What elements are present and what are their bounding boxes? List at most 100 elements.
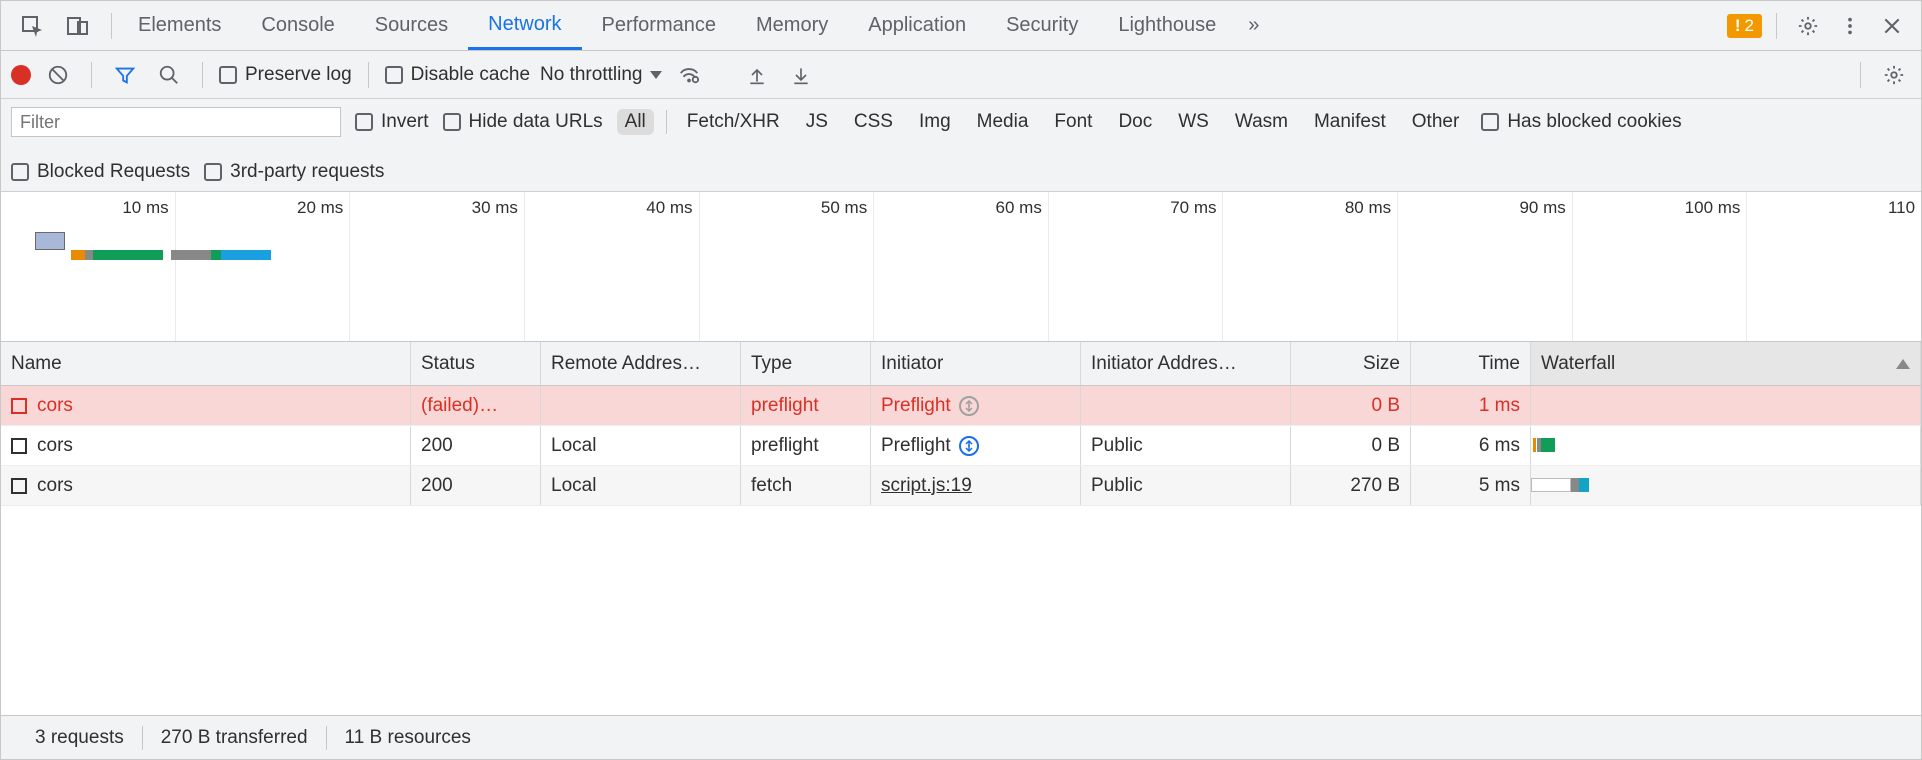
cell-initiator-address: Public — [1081, 426, 1291, 465]
clear-log-icon[interactable] — [41, 58, 75, 92]
export-har-icon[interactable] — [784, 58, 818, 92]
column-header[interactable]: Initiator — [871, 342, 1081, 385]
cell-size: 270 B — [1291, 466, 1411, 505]
search-icon[interactable] — [152, 58, 186, 92]
cell-status: 200 — [411, 466, 541, 505]
kebab-menu-icon[interactable] — [1833, 9, 1867, 43]
panel-tabs: ElementsConsoleSourcesNetworkPerformance… — [118, 1, 1236, 50]
column-header[interactable]: Waterfall — [1531, 342, 1921, 385]
preflight-icon — [959, 436, 979, 456]
filter-icon[interactable] — [108, 58, 142, 92]
column-header[interactable]: Remote Addres… — [541, 342, 741, 385]
file-icon — [11, 478, 27, 494]
column-header[interactable]: Name — [1, 342, 411, 385]
import-har-icon[interactable] — [740, 58, 774, 92]
chevron-down-icon — [650, 71, 662, 79]
type-pill-other[interactable]: Other — [1404, 109, 1468, 135]
type-pill-js[interactable]: JS — [798, 109, 836, 135]
hide-data-urls-label: Hide data URLs — [469, 111, 603, 133]
table-row[interactable]: cors200Localfetchscript.js:19Public270 B… — [1, 466, 1921, 506]
column-header[interactable]: Status — [411, 342, 541, 385]
initiator-text[interactable]: script.js:19 — [881, 475, 972, 497]
table-row[interactable]: cors200LocalpreflightPreflightPublic0 B6… — [1, 426, 1921, 466]
overview-tick: 90 ms — [1398, 192, 1573, 341]
type-pill-ws[interactable]: WS — [1170, 109, 1217, 135]
type-pill-doc[interactable]: Doc — [1110, 109, 1160, 135]
has-blocked-cookies-checkbox[interactable]: Has blocked cookies — [1481, 111, 1681, 133]
overview-tick-label: 80 ms — [1345, 198, 1391, 218]
network-settings-gear-icon[interactable] — [1877, 58, 1911, 92]
type-pill-fetchxhr[interactable]: Fetch/XHR — [679, 109, 788, 135]
overview-tick-label: 30 ms — [472, 198, 518, 218]
cell-name: cors — [1, 426, 411, 465]
invert-checkbox[interactable]: Invert — [355, 111, 429, 133]
overview-tick-label: 50 ms — [821, 198, 867, 218]
tab-sources[interactable]: Sources — [355, 1, 468, 50]
tab-performance[interactable]: Performance — [582, 1, 737, 50]
type-pill-img[interactable]: Img — [911, 109, 959, 135]
toggle-device-toolbar-icon[interactable] — [61, 9, 95, 43]
type-pill-font[interactable]: Font — [1046, 109, 1100, 135]
throttling-value: No throttling — [540, 64, 642, 86]
tab-console[interactable]: Console — [241, 1, 354, 50]
overview-selection[interactable] — [35, 232, 65, 250]
table-row[interactable]: cors(failed)…preflightPreflight0 B1 ms — [1, 386, 1921, 426]
separator — [91, 62, 92, 88]
throttling-dropdown[interactable]: No throttling — [540, 64, 662, 86]
cell-waterfall — [1531, 426, 1921, 465]
network-filter-bar: Invert Hide data URLs All Fetch/XHR JS CSS I… — [1, 99, 1921, 192]
record-button[interactable] — [11, 65, 31, 85]
overview-tick: 110 — [1747, 192, 1921, 341]
overview-tick: 70 ms — [1049, 192, 1224, 341]
overview-tick: 50 ms — [700, 192, 875, 341]
resource-type-filter: All Fetch/XHR JS CSS Img Media Font Doc WS Wasm Ma… — [617, 109, 1468, 135]
issues-badge[interactable]: ! 2 — [1727, 14, 1762, 38]
cell-type: preflight — [741, 386, 871, 425]
type-pill-manifest[interactable]: Manifest — [1306, 109, 1394, 135]
third-party-checkbox[interactable]: 3rd-party requests — [204, 161, 384, 183]
tab-security[interactable]: Security — [986, 1, 1098, 50]
type-pill-media[interactable]: Media — [969, 109, 1037, 135]
initiator-text: Preflight — [881, 395, 951, 417]
column-header[interactable]: Type — [741, 342, 871, 385]
hide-data-urls-checkbox[interactable]: Hide data URLs — [443, 111, 603, 133]
tab-elements[interactable]: Elements — [118, 1, 241, 50]
cell-initiator: script.js:19 — [871, 466, 1081, 505]
cell-size: 0 B — [1291, 426, 1411, 465]
overview-tick-label: 90 ms — [1519, 198, 1565, 218]
preserve-log-checkbox[interactable]: Preserve log — [219, 64, 352, 86]
more-tabs-button[interactable]: » — [1236, 14, 1271, 37]
cell-initiator-address — [1081, 386, 1291, 425]
cell-status: 200 — [411, 426, 541, 465]
tab-lighthouse[interactable]: Lighthouse — [1098, 1, 1236, 50]
tab-memory[interactable]: Memory — [736, 1, 848, 50]
type-pill-wasm[interactable]: Wasm — [1227, 109, 1296, 135]
overview-tick: 60 ms — [874, 192, 1049, 341]
tab-network[interactable]: Network — [468, 1, 581, 50]
type-pill-css[interactable]: CSS — [846, 109, 901, 135]
column-header[interactable]: Size — [1291, 342, 1411, 385]
timeline-overview[interactable]: 10 ms20 ms30 ms40 ms50 ms60 ms70 ms80 ms… — [1, 192, 1921, 342]
cell-name: cors — [1, 386, 411, 425]
close-devtools-icon[interactable] — [1875, 9, 1909, 43]
devtools-tabs-bar: ElementsConsoleSourcesNetworkPerformance… — [1, 1, 1921, 51]
blocked-requests-checkbox[interactable]: Blocked Requests — [11, 161, 190, 183]
waterfall-segment — [1541, 438, 1555, 452]
status-bar: 3 requests 270 B transferred 11 B resour… — [1, 715, 1921, 759]
filter-input[interactable] — [11, 107, 341, 137]
tab-application[interactable]: Application — [848, 1, 986, 50]
preflight-icon — [959, 396, 979, 416]
settings-gear-icon[interactable] — [1791, 9, 1825, 43]
type-pill-all[interactable]: All — [617, 109, 654, 135]
inspect-element-icon[interactable] — [15, 9, 49, 43]
column-header[interactable]: Initiator Addres… — [1081, 342, 1291, 385]
column-header[interactable]: Time — [1411, 342, 1531, 385]
network-conditions-icon[interactable] — [672, 58, 706, 92]
table-body: cors(failed)…preflightPreflight0 B1 msco… — [1, 386, 1921, 715]
disable-cache-checkbox[interactable]: Disable cache — [385, 64, 530, 86]
file-icon — [11, 438, 27, 454]
waterfall-segment — [1531, 478, 1571, 492]
file-icon — [11, 398, 27, 414]
status-resources: 11 B resources — [327, 727, 489, 749]
initiator-text: Preflight — [881, 435, 951, 457]
